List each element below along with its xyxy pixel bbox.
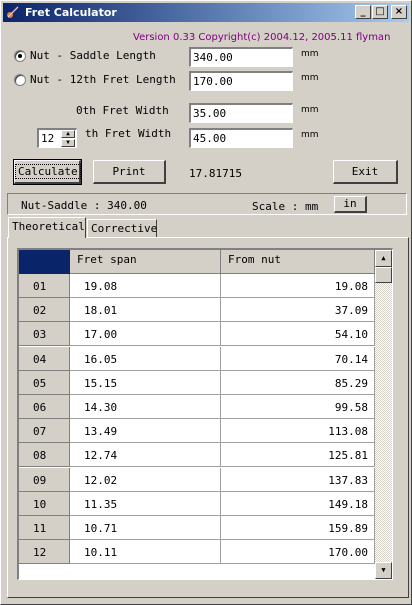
- spin-up-button[interactable]: ▲: [61, 130, 75, 138]
- fretn-width-input[interactable]: 45.00: [189, 128, 293, 148]
- title-bar[interactable]: Fret Calculator _ □ ×: [3, 3, 409, 22]
- calculate-button-label: Calculate: [15, 164, 81, 179]
- fret-calculator-window: Fret Calculator _ □ × Version 0.33 Copyr…: [0, 0, 412, 605]
- scale-toggle-button[interactable]: in: [334, 196, 367, 213]
- from-nut-cell[interactable]: 149.18: [221, 491, 375, 516]
- exit-button[interactable]: Exit: [333, 160, 398, 184]
- from-nut-cell[interactable]: 19.08: [221, 274, 375, 298]
- fret-span-cell[interactable]: 10.71: [70, 516, 221, 540]
- from-nut-cell[interactable]: 125.81: [221, 443, 375, 468]
- scroll-thumb[interactable]: [375, 267, 392, 283]
- column-header-from-nut[interactable]: From nut: [221, 250, 375, 274]
- table-row[interactable]: 07 13.49 113.08: [19, 419, 375, 444]
- fret-span-cell[interactable]: 17.00: [70, 322, 221, 347]
- row-header[interactable]: 09: [19, 467, 70, 492]
- tab-corrective[interactable]: Corrective: [87, 219, 157, 238]
- row-header[interactable]: 08: [19, 443, 70, 468]
- from-nut-cell[interactable]: 99.58: [221, 395, 375, 419]
- nut-saddle-length-input[interactable]: 340.00: [189, 47, 293, 67]
- table-row[interactable]: 01 19.08 19.08: [19, 274, 375, 298]
- column-header-fret-span[interactable]: Fret span: [70, 250, 221, 274]
- table-row[interactable]: 08 12.74 125.81: [19, 443, 375, 468]
- maximize-button[interactable]: □: [372, 5, 388, 19]
- table-row[interactable]: 06 14.30 99.58: [19, 395, 375, 419]
- table-row[interactable]: 11 10.71 159.89: [19, 516, 375, 540]
- fret-span-cell[interactable]: 14.30: [70, 395, 221, 419]
- nut-12th-radio[interactable]: [14, 74, 26, 86]
- row-header[interactable]: 11: [19, 516, 70, 540]
- from-nut-cell[interactable]: 159.89: [221, 516, 375, 540]
- print-button[interactable]: Print: [93, 160, 166, 184]
- fret-span-cell[interactable]: 12.74: [70, 443, 221, 468]
- nut-12th-length-input[interactable]: 170.00: [189, 71, 293, 91]
- fret-span-cell[interactable]: 11.35: [70, 491, 221, 516]
- nut-saddle-unit: mm: [301, 49, 319, 59]
- fret-span-cell[interactable]: 10.11: [70, 540, 221, 565]
- from-nut-cell[interactable]: 170.00: [221, 540, 375, 565]
- fretn-width-unit: mm: [301, 130, 319, 140]
- from-nut-cell[interactable]: 70.14: [221, 346, 375, 371]
- row-header[interactable]: 04: [19, 346, 70, 371]
- spin-down-button[interactable]: ▼: [61, 139, 75, 147]
- scroll-up-button[interactable]: ▲: [375, 250, 392, 267]
- from-nut-cell[interactable]: 85.29: [221, 370, 375, 395]
- scroll-down-button[interactable]: ▼: [375, 562, 392, 579]
- fret0-width-input[interactable]: 35.00: [189, 103, 293, 123]
- table-row[interactable]: 12 10.11 170.00: [19, 540, 375, 565]
- tab-theoretical[interactable]: Theoretical: [8, 217, 86, 238]
- row-header[interactable]: 05: [19, 370, 70, 395]
- fret-span-cell[interactable]: 16.05: [70, 346, 221, 371]
- fret-number-spinner[interactable]: 12 ▲ ▼: [37, 128, 77, 148]
- table-corner-cell[interactable]: [19, 250, 70, 274]
- close-button[interactable]: ×: [391, 5, 407, 19]
- from-nut-cell[interactable]: 54.10: [221, 322, 375, 347]
- guitar-icon: [7, 6, 19, 18]
- nut-12th-unit: mm: [301, 73, 319, 83]
- minimize-button[interactable]: _: [355, 5, 371, 19]
- table-row[interactable]: 03 17.00 54.10: [19, 322, 375, 347]
- fret-span-cell[interactable]: 15.15: [70, 370, 221, 395]
- from-nut-cell[interactable]: 113.08: [221, 419, 375, 444]
- window-title: Fret Calculator: [25, 6, 117, 19]
- fret0-width-label: 0th Fret Width: [76, 104, 169, 117]
- fret-span-cell[interactable]: 13.49: [70, 419, 221, 444]
- row-header[interactable]: 10: [19, 491, 70, 516]
- fret-span-cell[interactable]: 12.02: [70, 467, 221, 492]
- row-header[interactable]: 06: [19, 395, 70, 419]
- table-row[interactable]: 04 16.05 70.14: [19, 346, 375, 371]
- row-header[interactable]: 03: [19, 322, 70, 347]
- fret-number-value[interactable]: 12: [41, 132, 54, 145]
- nut-saddle-label: Nut - Saddle Length: [30, 49, 156, 62]
- row-header[interactable]: 12: [19, 540, 70, 565]
- calculate-button[interactable]: Calculate: [13, 159, 82, 185]
- result-value: 17.81715: [189, 167, 242, 180]
- table-row[interactable]: 10 11.35 149.18: [19, 491, 375, 516]
- fret-table[interactable]: Fret span From nut 01 19.08 19.08 02 18.01 37…: [17, 248, 393, 580]
- version-copyright-text: Version 0.33 Copyright(c) 2004.12, 2005.…: [133, 32, 391, 43]
- from-nut-cell[interactable]: 137.83: [221, 467, 375, 492]
- fretn-width-label: th Fret Width: [85, 127, 172, 140]
- fret0-width-unit: mm: [301, 105, 319, 115]
- table-row[interactable]: 02 18.01 37.09: [19, 298, 375, 323]
- row-header[interactable]: 01: [19, 274, 70, 298]
- vertical-scrollbar[interactable]: ▲ ▼: [375, 250, 392, 579]
- nut-saddle-status: Nut-Saddle : 340.00: [21, 199, 147, 212]
- fret-span-cell[interactable]: 19.08: [70, 274, 221, 298]
- table-row[interactable]: 09 12.02 137.83: [19, 467, 375, 492]
- nut-12th-label: Nut - 12th Fret Length: [30, 73, 176, 86]
- scale-label: Scale : mm: [252, 200, 319, 213]
- row-header[interactable]: 07: [19, 419, 70, 444]
- table-row[interactable]: 05 15.15 85.29: [19, 370, 375, 395]
- nut-saddle-radio[interactable]: [14, 50, 26, 62]
- row-header[interactable]: 02: [19, 298, 70, 323]
- table-header: Fret span From nut: [19, 250, 375, 274]
- from-nut-cell[interactable]: 37.09: [221, 298, 375, 323]
- fret-span-cell[interactable]: 18.01: [70, 298, 221, 323]
